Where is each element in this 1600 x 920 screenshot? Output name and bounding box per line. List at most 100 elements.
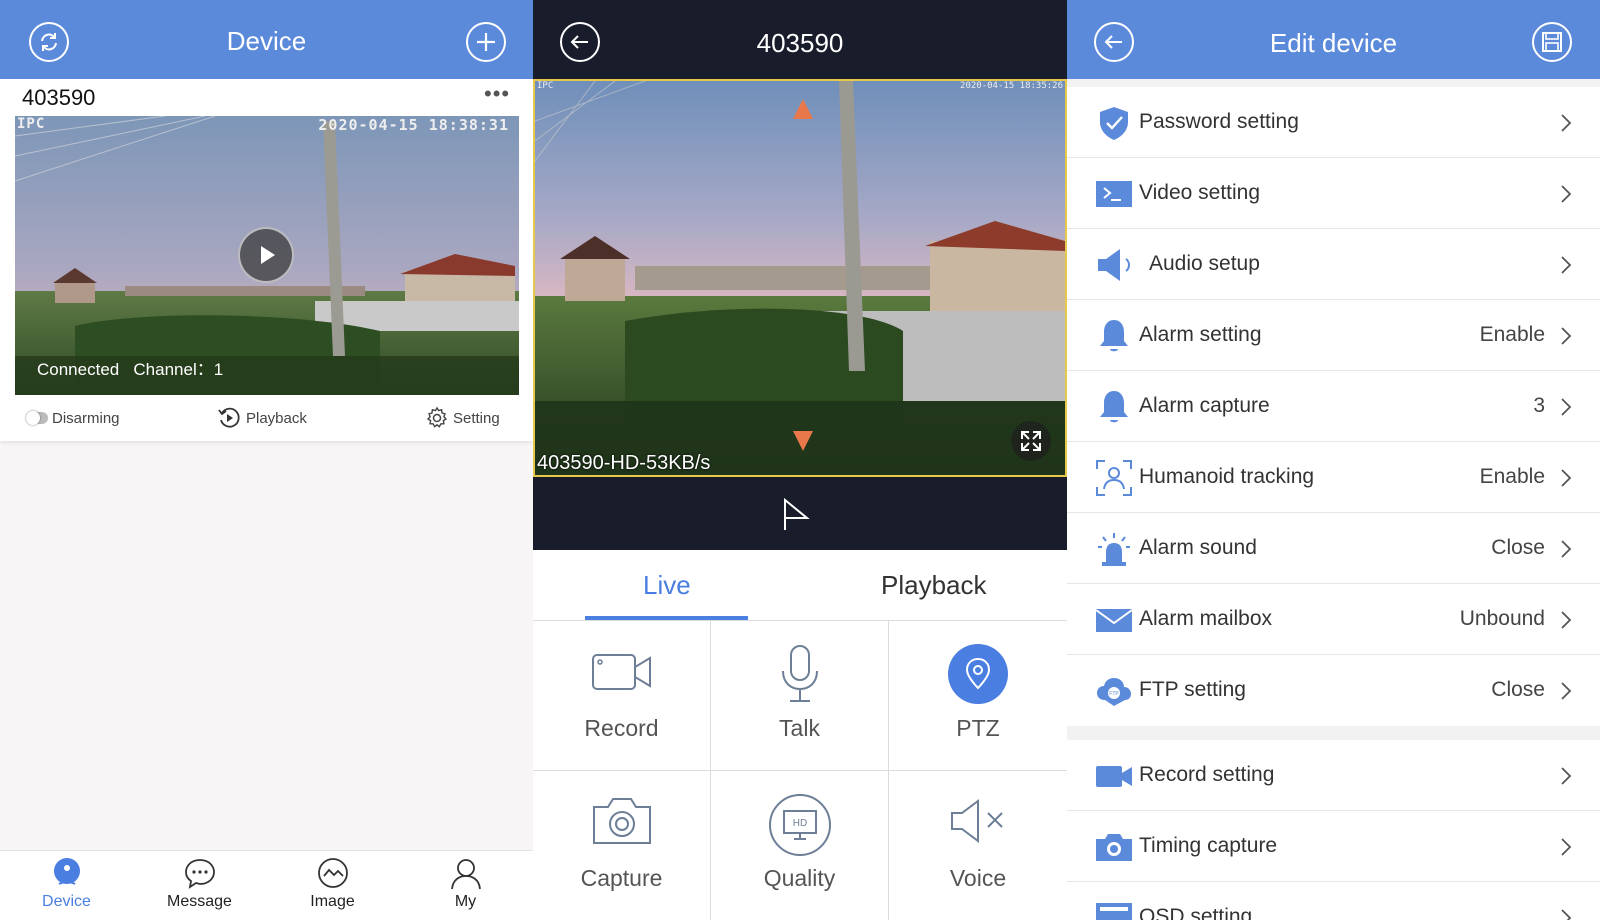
row-value: Unbound <box>1459 607 1545 630</box>
gear-icon <box>426 406 448 428</box>
fullscreen-button[interactable] <box>1011 421 1051 461</box>
add-device-button[interactable] <box>466 22 506 62</box>
flag-icon[interactable] <box>779 496 813 532</box>
terminal-icon <box>1096 181 1132 207</box>
row-label: Alarm setting <box>1139 323 1262 346</box>
settings-row-video[interactable]: Video setting <box>1067 158 1600 229</box>
settings-row-alarm-capture[interactable]: Alarm capture 3 <box>1067 371 1600 442</box>
expand-icon <box>1021 431 1041 451</box>
chevron-right-icon <box>1561 327 1572 345</box>
chevron-right-icon <box>1561 909 1572 920</box>
person-frame-icon <box>1096 460 1132 496</box>
settings-row-alarm-sound[interactable]: Alarm sound Close <box>1067 513 1600 584</box>
control-grid: Record Talk PTZ Capture HD Quality Voice <box>533 621 1067 920</box>
disarming-toggle[interactable]: Disarming <box>26 404 120 432</box>
osd-channel-label: IPC <box>537 81 554 91</box>
edit-header: Edit device <box>1067 0 1600 79</box>
osd-channel-label: IPC <box>17 116 46 132</box>
control-label: Capture <box>580 865 663 891</box>
playback-button[interactable]: Playback <box>216 404 307 432</box>
talk-button[interactable]: Talk <box>711 621 889 771</box>
toggle-switch-icon <box>26 411 48 425</box>
chevron-right-icon <box>1561 185 1572 203</box>
camera-icon <box>1096 834 1132 861</box>
tab-active-indicator <box>585 616 748 620</box>
tab-live[interactable]: Live <box>643 570 691 601</box>
device-card: 403590 ••• IPC 2020-04-15 18:38:31 Conne… <box>0 79 533 441</box>
row-label: Password setting <box>1139 110 1299 133</box>
play-icon <box>261 246 275 264</box>
disarming-label: Disarming <box>52 409 120 427</box>
settings-row-timing-capture[interactable]: Timing capture <box>1067 811 1600 882</box>
tab-message[interactable]: Message <box>133 851 266 920</box>
row-value: Close <box>1491 678 1545 701</box>
osd-timestamp: 2020-04-15 18:38:31 <box>318 116 509 134</box>
row-label: Alarm capture <box>1139 394 1270 417</box>
device-thumbnail[interactable]: IPC 2020-04-15 18:38:31 Connected Channe… <box>15 116 519 395</box>
settings-row-mailbox[interactable]: Alarm mailbox Unbound <box>1067 584 1600 655</box>
settings-row-alarm[interactable]: Alarm setting Enable <box>1067 300 1600 371</box>
settings-row-audio[interactable]: Audio setup <box>1067 229 1600 300</box>
chevron-right-icon <box>1561 540 1572 558</box>
row-value: Close <box>1491 536 1545 559</box>
user-icon <box>450 859 481 890</box>
ptz-button[interactable]: PTZ <box>889 621 1067 771</box>
control-label: Voice <box>949 865 1007 891</box>
settings-row-osd[interactable]: OSD setting <box>1067 882 1600 920</box>
chevron-right-icon <box>1561 838 1572 856</box>
tab-image[interactable]: Image <box>266 851 399 920</box>
video-camera-icon <box>591 654 651 690</box>
row-label: Timing capture <box>1139 834 1278 857</box>
shield-check-icon <box>1100 107 1128 140</box>
settings-row-record[interactable]: Record setting <box>1067 740 1600 811</box>
stream-info: 403590-HD-53KB/s <box>537 452 711 474</box>
capture-button[interactable]: Capture <box>533 771 711 920</box>
chevron-right-icon <box>1561 114 1572 132</box>
row-label: Alarm mailbox <box>1139 607 1273 630</box>
svg-text:FTP: FTP <box>1109 691 1119 697</box>
image-icon <box>317 858 348 888</box>
bottom-tab-bar: Device Message Image My <box>0 850 533 920</box>
play-button[interactable] <box>238 227 294 283</box>
siren-icon <box>1098 533 1130 566</box>
settings-row-humanoid[interactable]: Humanoid tracking Enable <box>1067 442 1600 513</box>
settings-row-ftp[interactable]: FTP FTP setting Close <box>1067 655 1600 726</box>
live-video[interactable]: IPC 2020-04-15 18:35:26 403590-HD-53KB/s <box>533 79 1067 477</box>
device-card-actions: Disarming Playback Setting <box>0 404 533 434</box>
tab-playback[interactable]: Playback <box>881 570 987 601</box>
more-options-button[interactable]: ••• <box>484 81 510 107</box>
video-control-bar <box>533 477 1067 550</box>
tab-label: Image <box>310 893 355 910</box>
tab-label: My <box>454 893 477 910</box>
location-pin-icon <box>948 644 1008 704</box>
quality-button[interactable]: HD Quality <box>711 771 889 920</box>
tab-label: Device <box>42 893 91 910</box>
control-label: Record <box>584 715 659 741</box>
edit-device-screen: Edit device Password setting Video setti… <box>1067 0 1600 920</box>
setting-button[interactable]: Setting <box>425 404 500 432</box>
tab-device[interactable]: Device <box>0 851 133 920</box>
camera-icon <box>592 798 651 844</box>
tab-my[interactable]: My <box>399 851 532 920</box>
settings-row-password[interactable]: Password setting <box>1067 87 1600 158</box>
bell-icon <box>1100 320 1128 352</box>
live-view-screen: 403590 IPC 2020-04-15 18:35:26 403590-HD… <box>533 0 1067 920</box>
control-label: PTZ <box>956 715 1000 741</box>
voice-button[interactable]: Voice <box>889 771 1067 920</box>
chevron-right-icon <box>1561 767 1572 785</box>
tab-label: Message <box>167 893 232 910</box>
video-camera-icon <box>1096 766 1132 787</box>
device-header: Device <box>0 0 533 79</box>
row-label: Alarm sound <box>1139 536 1257 559</box>
save-button[interactable] <box>1532 22 1572 62</box>
record-button[interactable]: Record <box>533 621 711 771</box>
live-camera-feed <box>535 81 1065 475</box>
speaker-mute-icon <box>951 799 1003 843</box>
row-value: Enable <box>1479 323 1545 346</box>
row-label: Humanoid tracking <box>1139 465 1315 488</box>
view-tabs: Live Playback <box>533 550 1067 621</box>
page-title: Edit device <box>1269 28 1398 58</box>
page-title: Device <box>226 26 307 56</box>
message-icon <box>184 859 215 889</box>
list-spacer <box>1067 79 1600 87</box>
